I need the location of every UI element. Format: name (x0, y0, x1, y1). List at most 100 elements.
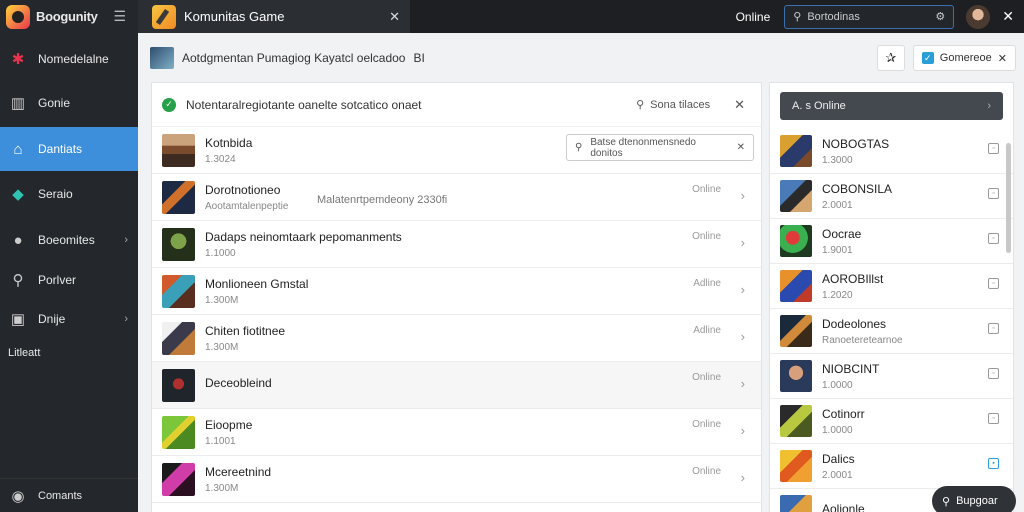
game-thumbnail (162, 133, 195, 167)
chevron-right-icon[interactable]: › (741, 329, 745, 344)
filter-search-input[interactable]: ⚲ Batse dtenonmensnedo donitos ✕ (566, 134, 754, 161)
close-icon[interactable]: ✕ (389, 9, 400, 25)
brand-logo-icon (6, 4, 30, 29)
game-list-panel: ✓ Notentaralregiotante oanelte sotcatico… (151, 82, 762, 512)
settings-icon[interactable]: ⚙ (935, 10, 945, 23)
list-item[interactable]: Kotnbida 1.3024 ⚲ Batse dtenonmensnedo d… (152, 127, 761, 174)
search-input[interactable]: ⚲ Bortodinas ⚙ (784, 4, 955, 29)
sidebar-footer[interactable]: ◉ Comants (0, 478, 138, 512)
bookmark-icon[interactable]: ▫ (988, 143, 999, 154)
game-thumbnail (780, 135, 812, 167)
success-alert: ✓ Notentaralregiotante oanelte sotcatico… (152, 83, 761, 127)
chevron-right-icon: › (987, 100, 991, 112)
sidebar-item-label: Seraio (38, 187, 73, 201)
game-thumbnail (780, 180, 812, 212)
info-circle-icon: ◉ (11, 487, 25, 505)
list-item[interactable]: Cotinorr 1.0000 ▫ (770, 399, 1013, 444)
chevron-right-icon: › (124, 234, 128, 246)
bookmark-icon[interactable]: ▪ (988, 458, 999, 469)
game-thumbnail (780, 450, 812, 482)
check-circle-icon: ✓ (162, 97, 176, 112)
list-item[interactable]: Oocrae 1.9001 ▫ (770, 219, 1013, 264)
item-title: NOBOGTAS (822, 136, 890, 151)
bookmark-icon[interactable]: ▫ (988, 368, 999, 379)
gomereoe-button[interactable]: ✓ Gomereoe ✕ (912, 45, 1016, 71)
item-detail: Malatenrtpemdeony 2330fi (317, 194, 448, 206)
pin-button[interactable]: ✰ (876, 45, 905, 71)
close-window-icon[interactable]: ✕ (1002, 8, 1014, 25)
diamond-icon: ◆ (12, 186, 24, 203)
bookmark-icon[interactable]: ▫ (988, 323, 999, 334)
bookmark-icon[interactable]: ▫ (988, 413, 999, 424)
item-title: Aolionle (822, 502, 865, 512)
list-item[interactable]: NIOBCINT 1.0000 ▫ (770, 354, 1013, 399)
chevron-right-icon[interactable]: › (741, 423, 745, 438)
sidebar-item-boeomites[interactable]: ● Boeomites › (0, 218, 138, 262)
support-button[interactable]: ⚲ Bupgoar (932, 486, 1016, 512)
list-item[interactable]: Eioopme 1.1001 Online › (152, 409, 761, 456)
chevron-right-icon[interactable]: › (741, 188, 745, 203)
pin-icon: ✰ (885, 50, 897, 65)
sidebar-item-seraio[interactable]: ◆ Seraio (0, 172, 138, 216)
item-title: Dorotnotioneo (205, 182, 281, 197)
sidebar-item-nomedelalne[interactable]: ✱ Nomedelalne (0, 37, 138, 81)
item-subtitle: 1.1000 (205, 247, 236, 259)
close-icon[interactable]: ✕ (737, 142, 745, 153)
bookmark-icon[interactable]: ▫ (988, 278, 999, 289)
sidebar-brand[interactable]: Boogunity ☰ (0, 0, 138, 33)
list-item[interactable]: Dalics 2.0001 ▪ (770, 444, 1013, 489)
search-icon: ⚲ (636, 99, 645, 111)
hamburger-menu-icon[interactable]: ☰ (113, 8, 126, 25)
item-subtitle: 1.0000 (822, 424, 853, 436)
bookmark-icon[interactable]: ▫ (988, 188, 999, 199)
chevron-right-icon[interactable]: › (741, 282, 745, 297)
close-icon[interactable]: ✕ (734, 97, 745, 113)
item-title: Dadaps neinomtaark pepomanments (205, 229, 402, 244)
item-subtitle: 1.3000 (822, 154, 853, 166)
item-title: Monlioneen Gmstal (205, 276, 309, 291)
game-thumbnail (780, 315, 812, 347)
item-title: Deceobleind (205, 376, 272, 390)
list-item[interactable]: NOBOGTAS 1.3000 ▫ (770, 129, 1013, 174)
list-item[interactable]: Dadaps neinomtaark pepomanments 1.1000 O… (152, 221, 761, 268)
tab-komunitas-game[interactable]: Komunitas Game ✕ (138, 0, 410, 33)
close-icon[interactable]: ✕ (998, 52, 1007, 65)
item-title: Dodeolones (822, 316, 887, 331)
scrollbar[interactable] (1006, 143, 1011, 253)
item-subtitle: 1.0000 (822, 379, 853, 391)
chevron-right-icon[interactable]: › (741, 470, 745, 485)
list-item[interactable]: Deceobleind Online › (152, 362, 761, 409)
item-status: Online (692, 184, 721, 195)
item-title: Kotnbida (205, 135, 253, 150)
sidebar-item-litleatt[interactable]: Litleatt (0, 332, 138, 374)
online-status: Online (735, 9, 771, 24)
list-item[interactable]: AOROBIllst 1.2020 ▫ (770, 264, 1013, 309)
item-subtitle: 1.3024 (205, 153, 236, 165)
search-icon: ⚲ (575, 142, 583, 153)
support-label: Bupgoar (956, 495, 998, 507)
image-icon: ▣ (10, 311, 26, 328)
avatar[interactable] (966, 4, 991, 29)
search-icon: ⚲ (12, 272, 24, 289)
sidebar-item-label: Dnije (38, 312, 66, 326)
sidebar-item-gonie[interactable]: ▥ Gonie (0, 81, 138, 125)
list-item[interactable]: Chiten fiotitnee 1.300M Adline › (152, 315, 761, 362)
list-item[interactable]: Dorotnotioneo Aootamtalenpeptie Malatenr… (152, 174, 761, 221)
alert-search-link[interactable]: ⚲ Sona tilaces (636, 98, 710, 112)
chevron-right-icon[interactable]: › (741, 376, 745, 391)
list-item[interactable]: Dodeolones Ranoeteretearnoe ▫ (770, 309, 1013, 354)
list-item[interactable]: Mcereetnind 1.300M Online › (152, 456, 761, 503)
item-title: Cotinorr (822, 406, 865, 421)
bookmark-icon[interactable]: ▫ (988, 233, 999, 244)
item-subtitle: 2.0001 (822, 469, 853, 481)
item-title: Eioopme (205, 417, 253, 432)
game-tab-icon (152, 4, 176, 29)
list-item[interactable]: COBONSILA 2.0001 ▫ (770, 174, 1013, 219)
item-subtitle: 1.300M (205, 294, 239, 306)
sidebar-item-porlver[interactable]: ⚲ Porlver (0, 258, 138, 302)
game-thumbnail (162, 180, 195, 214)
chevron-right-icon[interactable]: › (741, 235, 745, 250)
list-item[interactable]: Monlioneen Gmstal 1.300M Adline › (152, 268, 761, 315)
online-list-header[interactable]: A. s Online › (780, 92, 1003, 120)
sidebar-item-dantiats[interactable]: ⌂ Dantiats (0, 127, 138, 171)
